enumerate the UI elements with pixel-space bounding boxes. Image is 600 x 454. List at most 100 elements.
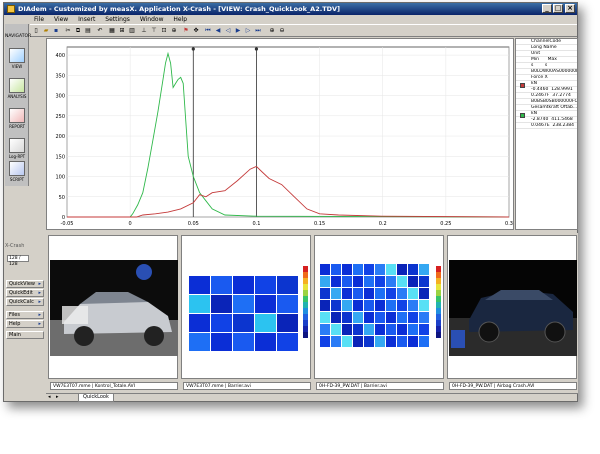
thumbnail-caption: 0H-FD-39_PW.DAT | Barrier.avi [316,382,444,390]
save-icon[interactable]: ▪ [52,27,60,35]
menu-window[interactable]: Window [140,15,164,24]
menu-file[interactable]: File [34,15,44,24]
colorbar-step [436,278,441,284]
menu-insert[interactable]: Insert [78,15,95,24]
play-icon[interactable]: ▶ [234,27,242,35]
toolbar: ▯ ▰ ▪ ✂ ⧉ ▤ ↶ ▦ ⊞ ▥ ⊥ ⊤ ⊡ ⊕ ⚑ ✥ ⏮ ◀ ◁ ▶ … [30,24,577,37]
band-icon[interactable]: ⊤ [150,27,158,35]
heatmap-cell [353,264,363,275]
heatmap-cell [320,288,330,299]
cursor-icon[interactable]: ⊥ [140,27,148,35]
table-icon[interactable]: ▥ [128,27,136,35]
heatmap-cell [320,300,330,311]
barrier-heatmap [320,264,441,347]
colorbar-step [303,308,308,314]
legend-channel-2[interactable]: B0BSB0SB000000FOXD Gesamtkraft Oftab... … [516,99,577,129]
open-icon[interactable]: ▰ [42,27,50,35]
series-swatch [520,113,525,118]
x-tick-label: -0.05 [61,221,74,227]
heatmap-cell [386,336,396,347]
heatmap-cell [331,276,341,287]
video-thumbnail-4[interactable]: 0H-FD-39_PW.DAT | Airbag Crash.AVI [447,235,577,390]
video-thumbnail-1[interactable]: VW7E3T07.mme | Kontrol_Totale.AVI [48,235,178,390]
heatmap-cell [320,264,330,275]
marker-icon[interactable]: ⊕ [170,27,178,35]
chart-area[interactable]: 0 50 100 150 200 250 300 350 400 -0.05 0 0.05 0.1 0.1… [46,38,514,230]
thumbnail-caption: 0H-FD-39_PW.DAT | Airbag Crash.AVI [449,382,577,390]
menu-settings[interactable]: Settings [105,15,130,24]
x-tick-label: 0 [129,221,132,227]
chevron-right-icon: ▸ [38,290,41,296]
tab-scroll-right-icon[interactable]: ▸ [56,394,59,400]
zoom-out-icon[interactable]: ⊖ [278,27,286,35]
heatmap-cell [364,288,374,299]
new-icon[interactable]: ▯ [32,27,40,35]
heatmap-cell [375,324,385,335]
heatmap-cell [255,314,276,332]
maximize-icon[interactable]: □ [553,4,563,13]
main-button[interactable]: Main [6,331,44,339]
heatmap-cell [255,295,276,313]
heatmap-cell [342,336,352,347]
sheet-tab-bar: ◂ ▸ QuickLook [46,393,578,402]
axis-icon[interactable]: ⊞ [118,27,126,35]
nav-script[interactable]: SCRIPT [7,161,27,187]
step-forward-icon[interactable]: ▷ [244,27,252,35]
frame-icon[interactable]: ⊡ [160,27,168,35]
channel-max: 128.9991 [551,87,573,92]
heatmap-cell [408,312,418,323]
help-button[interactable]: Help ▸ [6,320,44,328]
menu-bar: File View Insert Settings Window Help [4,15,577,24]
paste-icon[interactable]: ▤ [84,27,92,35]
heatmap-cell [386,288,396,299]
cut-icon[interactable]: ✂ [64,27,72,35]
channel-xmax: 238.2384 [552,123,574,128]
heatmap-cell [255,333,276,351]
heatmap-cell [419,312,429,323]
step-back-icon[interactable]: ◁ [224,27,232,35]
flag-icon[interactable]: ⚑ [182,27,190,35]
tab-scroll-left-icon[interactable]: ◂ [48,394,51,400]
heatmap-cell [353,324,363,335]
video-thumbnail-2[interactable]: VW7E3T07.mme | Barrier.avi [181,235,311,390]
files-button[interactable]: Files ▸ [6,311,44,319]
quickcalc-button[interactable]: QuickCalc ▸ [6,298,44,306]
nav-analysis[interactable]: ANALYSIS [7,78,27,104]
legend-channel-1[interactable]: B0LOW00AS000000FOXC Force X kN -0.4460 1… [516,69,577,99]
tab-quicklook[interactable]: QuickLook [78,394,114,402]
heatmap-cell [189,314,210,332]
page-counter[interactable]: 128 / 128 [7,255,29,267]
undo-icon[interactable]: ↶ [96,27,104,35]
close-icon[interactable]: × [565,4,575,13]
minimize-icon[interactable]: _ [542,4,552,13]
quickview-button[interactable]: QuickView ▸ [6,280,44,288]
heatmap-cell [353,288,363,299]
colorbar-step [303,272,308,278]
first-icon[interactable]: ⏮ [204,27,212,35]
heatmap-cell [386,264,396,275]
heatmap-cell [189,333,210,351]
nav-view[interactable]: VIEW [7,48,27,74]
zoom-in-icon[interactable]: ⊕ [268,27,276,35]
rewind-icon[interactable]: ◀ [214,27,222,35]
last-icon[interactable]: ⏭ [254,27,262,35]
heatmap-cell [342,264,352,275]
heatmap-cell [419,336,429,347]
copy-icon[interactable]: ⧉ [74,27,82,35]
quickedit-button[interactable]: QuickEdit ▸ [6,289,44,297]
menu-view[interactable]: View [54,15,68,24]
heatmap-cell [277,333,298,351]
heatmap-cell [331,288,341,299]
video-thumbnail-3[interactable]: 0H-FD-39_PW.DAT | Barrier.avi [314,235,444,390]
heatmap-cell [353,312,363,323]
heatmap-cell [331,264,341,275]
colorbar-step [303,278,308,284]
pan-icon[interactable]: ✥ [192,27,200,35]
chart-icon[interactable]: ▦ [108,27,116,35]
navigator-panel: NAVIGATOR VIEW ANALYSIS REPORT Log-RPT S… [5,24,31,187]
line-chart[interactable]: 050100150200250300350400-0.05 0 0.05 0.1 0.1… [47,39,513,229]
nav-report[interactable]: REPORT [7,108,27,134]
menu-help[interactable]: Help [173,15,187,24]
heatmap-cell [364,312,374,323]
heatmap-cell [386,300,396,311]
